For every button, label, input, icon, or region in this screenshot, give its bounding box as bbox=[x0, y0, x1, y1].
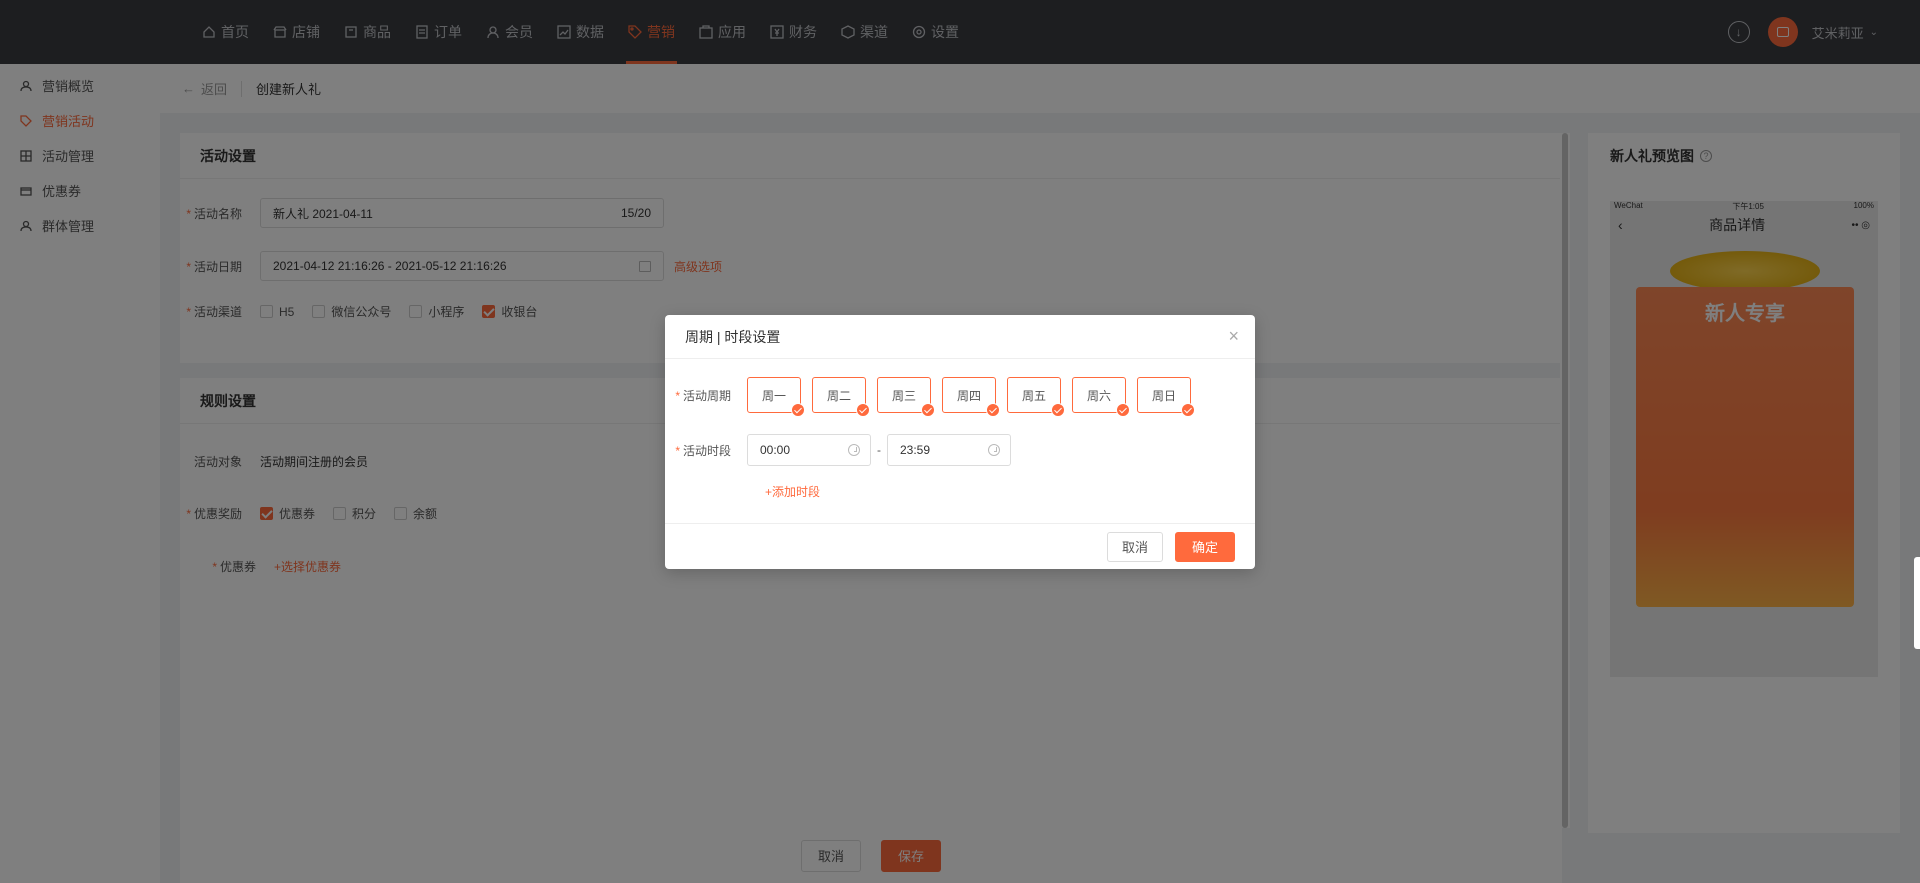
time-row: * 活动时段 00:00 - 23:59 bbox=[665, 434, 1011, 466]
day-sunday[interactable]: 周日 bbox=[1137, 377, 1195, 417]
day-saturday[interactable]: 周六 bbox=[1072, 377, 1130, 417]
period-row: * 活动周期 周一 周二 周三 周四 周五 周六 周日 bbox=[665, 377, 1202, 417]
field-label: 活动时段 bbox=[682, 443, 731, 458]
check-icon bbox=[791, 403, 805, 417]
dialog-title: 周期 | 时段设置 bbox=[685, 328, 781, 345]
check-icon bbox=[1116, 403, 1130, 417]
check-icon bbox=[1051, 403, 1065, 417]
day-wednesday[interactable]: 周三 bbox=[877, 377, 935, 417]
check-icon bbox=[1181, 403, 1195, 417]
period-dialog: 周期 | 时段设置 × * 活动周期 周一 周二 周三 周四 周五 周六 周日 *… bbox=[665, 315, 1255, 569]
end-time-picker[interactable]: 23:59 bbox=[887, 434, 1011, 466]
range-separator: - bbox=[877, 443, 881, 457]
side-tab[interactable] bbox=[1914, 557, 1920, 649]
check-icon bbox=[921, 403, 935, 417]
check-icon bbox=[856, 403, 870, 417]
day-tuesday[interactable]: 周二 bbox=[812, 377, 870, 417]
dialog-cancel-button[interactable]: 取消 bbox=[1106, 531, 1163, 562]
day-monday[interactable]: 周一 bbox=[747, 377, 805, 417]
required-mark: * bbox=[675, 443, 680, 458]
start-time-picker[interactable]: 00:00 bbox=[747, 434, 871, 466]
check-icon bbox=[986, 403, 1000, 417]
field-label: 活动周期 bbox=[682, 388, 731, 403]
clock-icon bbox=[848, 444, 860, 456]
day-friday[interactable]: 周五 bbox=[1007, 377, 1065, 417]
clock-icon bbox=[988, 444, 1000, 456]
day-thursday[interactable]: 周四 bbox=[942, 377, 1000, 417]
dialog-confirm-button[interactable]: 确定 bbox=[1174, 531, 1235, 562]
required-mark: * bbox=[675, 388, 680, 403]
close-icon[interactable]: × bbox=[1228, 326, 1239, 347]
add-time-slot-link[interactable]: +添加时段 bbox=[765, 483, 820, 500]
